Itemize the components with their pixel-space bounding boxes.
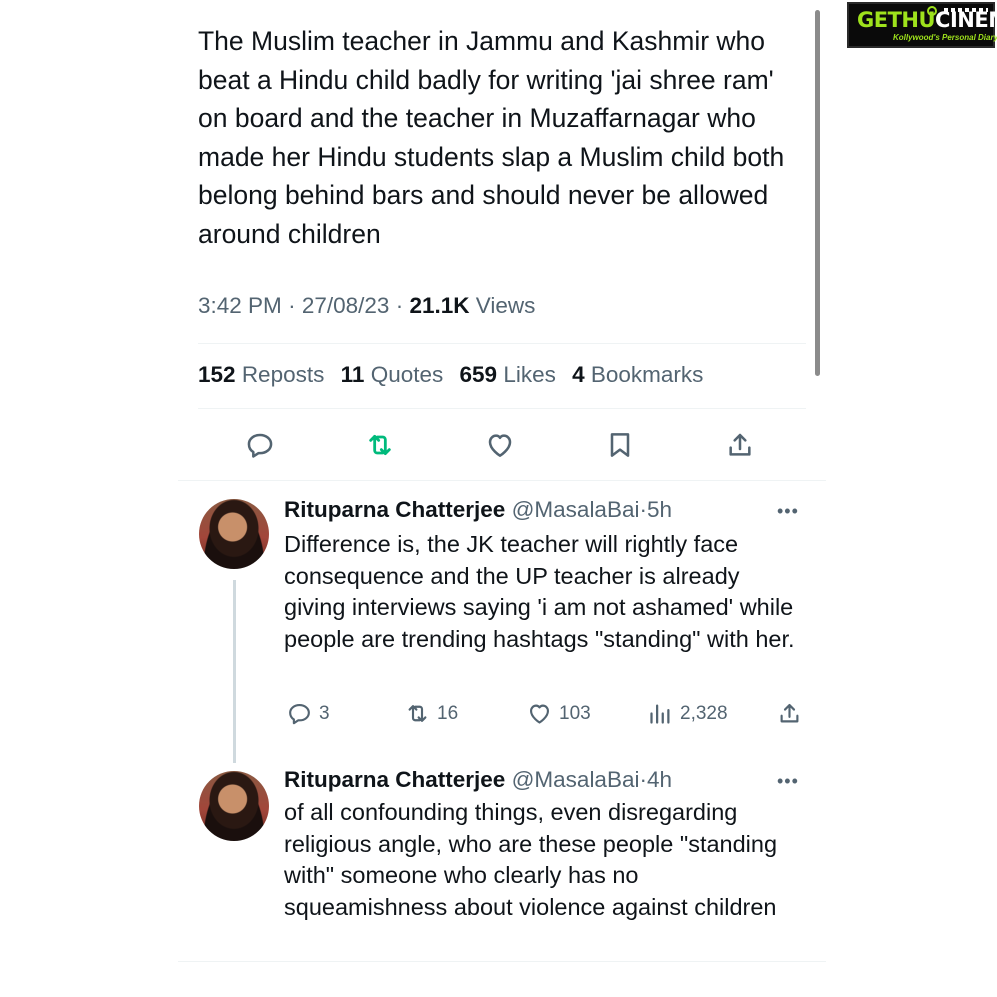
bookmarks-stat[interactable]: 4 Bookmarks xyxy=(572,362,703,387)
reply-time[interactable]: 5h xyxy=(647,497,672,522)
tweet-date[interactable]: 27/08/23 xyxy=(302,293,390,318)
views-count: 21.1K xyxy=(409,293,470,318)
divider xyxy=(198,343,806,344)
reply-header: Rituparna Chatterjee @MasalaBai·4h xyxy=(284,767,673,792)
reply-header: Rituparna Chatterjee @MasalaBai·5h xyxy=(284,497,673,522)
repost-count: 16 xyxy=(437,702,459,724)
reposts-stat[interactable]: 152 Reposts xyxy=(198,362,324,387)
reply-icon xyxy=(247,433,273,458)
reply-count-button[interactable]: 3 xyxy=(286,700,330,727)
share-icon xyxy=(729,433,751,456)
tweet-time[interactable]: 3:42 PM xyxy=(198,293,282,318)
views-label: Views xyxy=(475,293,536,318)
film-strip-icon xyxy=(944,8,988,12)
like-button[interactable] xyxy=(480,425,520,465)
author-name[interactable]: Rituparna Chatterjee xyxy=(284,767,505,792)
film-reel-icon xyxy=(927,6,937,16)
like-count-button[interactable]: 103 xyxy=(526,700,591,727)
author-handle[interactable]: @MasalaBai xyxy=(512,497,640,522)
repost-icon xyxy=(408,705,427,722)
share-icon xyxy=(780,703,799,723)
reply-text: Difference is, the JK teacher will right… xyxy=(284,531,795,652)
avatar[interactable] xyxy=(199,499,269,569)
watermark-tagline: Kollywood's Personal Diary xyxy=(893,33,997,42)
views-count: 2,328 xyxy=(680,702,728,724)
repost-count-button[interactable]: 16 xyxy=(404,700,458,727)
views-count-button[interactable]: 2,328 xyxy=(647,700,728,727)
scrollbar-thumb[interactable] xyxy=(815,10,820,376)
quotes-stat[interactable]: 11 Quotes xyxy=(341,362,444,387)
analytics-icon xyxy=(650,704,670,724)
repost-icon xyxy=(369,434,391,456)
divider xyxy=(178,480,826,481)
thread-line xyxy=(233,580,236,763)
bookmark-button[interactable] xyxy=(600,425,640,465)
heart-icon xyxy=(488,434,512,457)
reply-icon xyxy=(289,703,310,725)
tweet-stats: 152 Reposts 11 Quotes 659 Likes 4 Bookma… xyxy=(198,362,713,388)
reply-time[interactable]: 4h xyxy=(647,767,672,792)
like-count: 103 xyxy=(559,702,591,724)
repost-button[interactable] xyxy=(360,425,400,465)
watermark-logo: GETHUCINEMA Kollywood's Personal Diary xyxy=(847,2,997,48)
reply-count: 3 xyxy=(319,702,330,724)
more-options-icon[interactable]: ••• xyxy=(777,771,799,792)
share-button[interactable] xyxy=(776,700,809,727)
avatar[interactable] xyxy=(199,771,269,841)
likes-stat[interactable]: 659 Likes xyxy=(460,362,556,387)
share-button[interactable] xyxy=(720,425,760,465)
author-name[interactable]: Rituparna Chatterjee xyxy=(284,497,505,522)
divider xyxy=(178,961,826,962)
more-options-icon[interactable]: ••• xyxy=(777,501,799,522)
tweet-text: The Muslim teacher in Jammu and Kashmir … xyxy=(198,26,785,249)
bookmark-icon xyxy=(610,433,630,457)
author-handle[interactable]: @MasalaBai xyxy=(512,767,640,792)
tweet-meta: 3:42 PM · 27/08/23 · 21.1K Views xyxy=(198,293,536,318)
divider xyxy=(198,408,806,409)
reply-text: of all confounding things, even disregar… xyxy=(284,799,778,920)
reply-button[interactable] xyxy=(240,425,280,465)
heart-icon xyxy=(529,704,550,724)
